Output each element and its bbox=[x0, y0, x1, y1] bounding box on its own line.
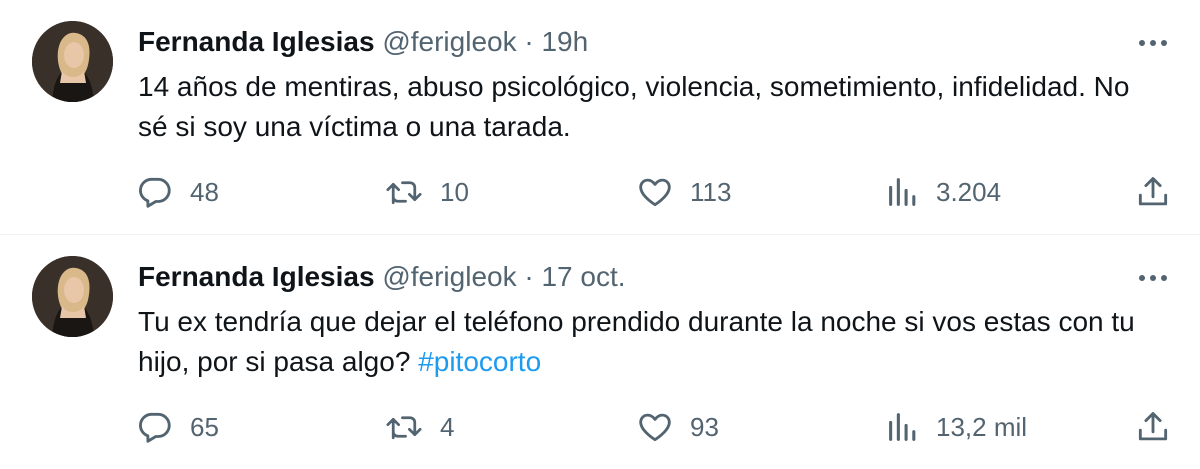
retweet-count: 4 bbox=[440, 411, 455, 442]
reply-icon bbox=[136, 173, 174, 211]
reply-count: 48 bbox=[190, 176, 219, 207]
timestamp[interactable]: 17 oct. bbox=[541, 261, 625, 292]
share-button[interactable] bbox=[1134, 405, 1172, 449]
like-count: 113 bbox=[690, 176, 732, 207]
tweet-body: Tu ex tendría que dejar el teléfono pren… bbox=[138, 306, 1135, 377]
separator-dot: · bbox=[524, 26, 534, 57]
retweet-button[interactable]: 10 bbox=[384, 170, 469, 214]
views-button[interactable]: 3.204 bbox=[886, 170, 1001, 214]
reply-count: 65 bbox=[190, 411, 219, 442]
tweet[interactable]: Fernanda Iglesias @ferigleok · 19h 14 añ… bbox=[0, 0, 1200, 234]
like-button[interactable]: 113 bbox=[636, 170, 731, 214]
tweet-header: Fernanda Iglesias @ferigleok · 17 oct. bbox=[138, 259, 626, 295]
author-name[interactable]: Fernanda Iglesias bbox=[138, 26, 375, 57]
author-handle[interactable]: @ferigleok bbox=[382, 26, 516, 57]
views-icon bbox=[886, 173, 920, 211]
like-count: 93 bbox=[690, 411, 719, 442]
reply-button[interactable]: 65 bbox=[136, 405, 219, 449]
avatar[interactable] bbox=[32, 21, 113, 102]
views-icon bbox=[886, 408, 920, 446]
heart-icon bbox=[636, 173, 674, 211]
share-icon bbox=[1134, 173, 1172, 211]
reply-button[interactable]: 48 bbox=[136, 170, 219, 214]
timestamp[interactable]: 19h bbox=[541, 26, 588, 57]
retweet-icon bbox=[384, 173, 424, 211]
author-name[interactable]: Fernanda Iglesias bbox=[138, 261, 375, 292]
tweet-actions: 65 4 93 13,2 mil bbox=[0, 405, 1200, 449]
reply-icon bbox=[136, 408, 174, 446]
retweet-button[interactable]: 4 bbox=[384, 405, 454, 449]
tweet-actions: 48 10 113 3.204 bbox=[0, 170, 1200, 214]
hashtag-link[interactable]: #pitocorto bbox=[418, 346, 541, 377]
tweet[interactable]: Fernanda Iglesias @ferigleok · 17 oct. T… bbox=[0, 234, 1200, 468]
author-handle[interactable]: @ferigleok bbox=[382, 261, 516, 292]
avatar[interactable] bbox=[32, 256, 113, 337]
like-button[interactable]: 93 bbox=[636, 405, 719, 449]
tweet-body: 14 años de mentiras, abuso psicológico, … bbox=[138, 71, 1130, 142]
more-icon[interactable] bbox=[1136, 30, 1170, 56]
tweet-header: Fernanda Iglesias @ferigleok · 19h bbox=[138, 24, 588, 60]
share-icon bbox=[1134, 408, 1172, 446]
heart-icon bbox=[636, 408, 674, 446]
tweet-text: 14 años de mentiras, abuso psicológico, … bbox=[138, 67, 1138, 147]
views-count: 13,2 mil bbox=[936, 411, 1028, 442]
separator-dot: · bbox=[524, 261, 534, 292]
retweet-icon bbox=[384, 408, 424, 446]
more-icon[interactable] bbox=[1136, 265, 1170, 291]
retweet-count: 10 bbox=[440, 176, 469, 207]
views-count: 3.204 bbox=[936, 176, 1002, 207]
share-button[interactable] bbox=[1134, 170, 1172, 214]
views-button[interactable]: 13,2 mil bbox=[886, 405, 1027, 449]
tweet-text: Tu ex tendría que dejar el teléfono pren… bbox=[138, 302, 1138, 382]
